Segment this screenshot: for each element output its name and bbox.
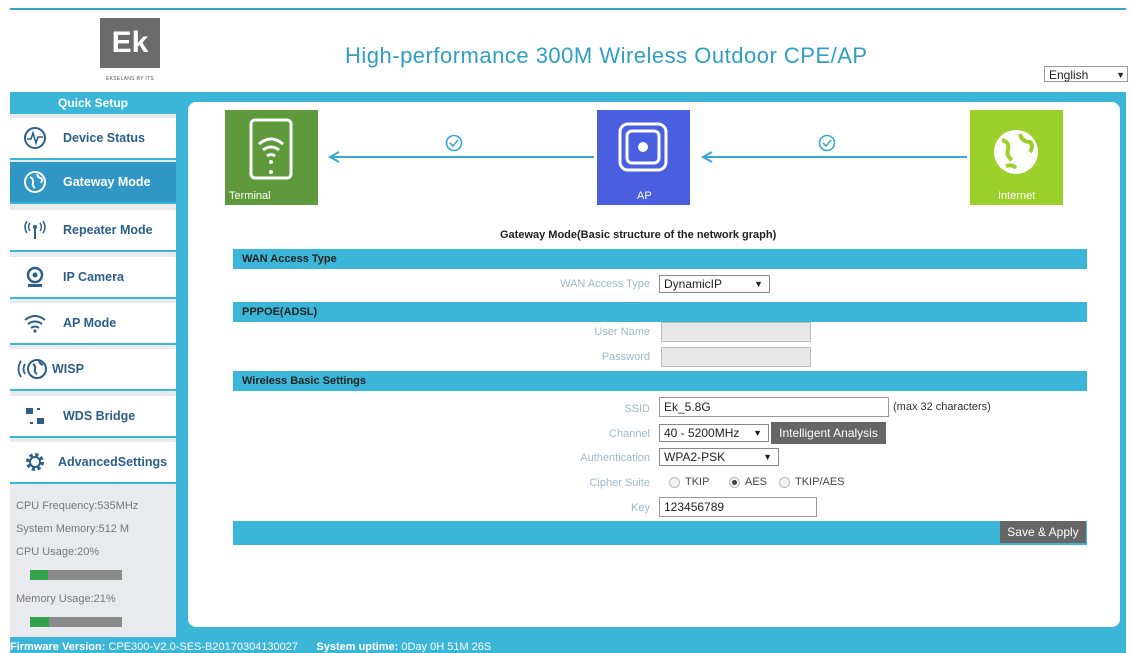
sidebar-item-gateway-mode[interactable]: Gateway Mode xyxy=(10,162,176,204)
ap-node: AP xyxy=(597,110,690,205)
globe-signal-icon xyxy=(14,356,50,382)
logo-subtitle: EKSELANS BY ITS xyxy=(105,76,155,82)
chevron-down-icon: ▼ xyxy=(753,428,762,438)
camera-icon xyxy=(22,264,48,290)
internet-label: Internet xyxy=(998,190,1036,202)
diagram-caption: Gateway Mode(Basic structure of the netw… xyxy=(500,229,777,241)
wan-access-select[interactable]: DynamicIP ▼ xyxy=(659,275,770,293)
username-label: User Name xyxy=(594,326,650,338)
password-field[interactable] xyxy=(661,347,811,367)
ssid-hint: (max 32 characters) xyxy=(893,401,991,413)
chevron-down-icon: ▼ xyxy=(754,279,763,289)
check-circle-icon xyxy=(445,134,463,152)
arrow-internet-to-ap xyxy=(705,156,967,158)
sidebar-item-label: WDS Bridge xyxy=(63,409,136,423)
intelligent-analysis-button[interactable]: Intelligent Analysis xyxy=(771,422,886,444)
sidebar-item-label: IP Camera xyxy=(63,270,124,284)
logo: Ek EKSELANS BY ITS xyxy=(97,18,163,88)
uptime-label: System uptime: xyxy=(316,641,399,653)
pulse-icon xyxy=(22,125,48,151)
arrow-left-icon xyxy=(327,151,340,163)
sidebar-item-repeater-mode[interactable]: Repeater Mode xyxy=(10,210,176,252)
chevron-down-icon: ▼ xyxy=(763,452,772,462)
arrow-ap-to-terminal xyxy=(332,156,594,158)
sidebar-item-ip-camera[interactable]: IP Camera xyxy=(10,257,176,299)
firmware-value: CPE300-V2.0-SES-B20170304130027 xyxy=(108,641,299,653)
cpu-usage-bar xyxy=(30,570,122,580)
cpu-frequency: CPU Frequency:535MHz xyxy=(16,500,139,512)
sidebar-item-ap-mode[interactable]: AP Mode xyxy=(10,303,176,345)
language-value: English xyxy=(1049,68,1089,82)
radio-dot xyxy=(729,476,740,488)
sidebar-item-label: WISP xyxy=(52,362,84,376)
wan-access-value: DynamicIP xyxy=(664,277,723,291)
sidebar-item-label: Device Status xyxy=(63,131,145,145)
channel-label: Channel xyxy=(609,428,650,440)
memory-usage: Memory Usage:21% xyxy=(16,593,116,605)
wireless-section-header: Wireless Basic Settings xyxy=(233,371,1087,391)
ssid-field[interactable]: Ek_5.8G xyxy=(659,397,889,417)
footer-status: Firmware Version: CPE300-V2.0-SES-B20170… xyxy=(10,641,491,653)
authentication-label: Authentication xyxy=(580,452,650,464)
gear-icon xyxy=(22,449,48,475)
cipher-option-label: AES xyxy=(745,476,768,488)
wan-section-header: WAN Access Type xyxy=(233,249,1087,269)
cipher-tkip-radio[interactable]: TKIP xyxy=(669,476,709,488)
system-memory: System Memory:512 M xyxy=(16,523,130,535)
terminal-node: Terminal xyxy=(225,110,318,205)
page-title: High-performance 300M Wireless Outdoor C… xyxy=(345,43,868,68)
radio-dot xyxy=(669,476,680,488)
cipher-option-label: TKIP xyxy=(685,476,710,488)
globe-icon xyxy=(22,169,48,195)
logo-mark: Ek xyxy=(100,18,160,68)
check-circle-icon xyxy=(818,134,836,152)
radio-dot xyxy=(779,476,790,488)
ap-label: AP xyxy=(637,190,652,202)
password-label: Password xyxy=(601,351,650,363)
cpu-usage: CPU Usage:20% xyxy=(16,546,100,558)
firmware-label: Firmware Version: xyxy=(10,641,106,653)
channel-value: 40 - 5200MHz xyxy=(664,426,740,440)
language-select[interactable]: English ▼ xyxy=(1044,66,1128,82)
sidebar-item-label: AP Mode xyxy=(63,316,117,330)
memory-usage-fill xyxy=(30,617,50,627)
antenna-icon xyxy=(22,217,48,243)
internet-node: Internet xyxy=(970,110,1063,205)
cipher-option-label: TKIP/AES xyxy=(795,476,845,488)
arrow-left-icon xyxy=(700,151,713,163)
sidebar-item-wds-bridge[interactable]: WDS Bridge xyxy=(10,396,176,438)
sidebar-item-advanced-settings[interactable]: AdvancedSettings xyxy=(10,442,176,484)
pppoe-section-header: PPPOE(ADSL) xyxy=(233,302,1087,322)
chevron-down-icon: ▼ xyxy=(1116,70,1125,80)
key-field[interactable]: 123456789 xyxy=(659,497,817,517)
authentication-select[interactable]: WPA2-PSK ▼ xyxy=(659,448,779,466)
sidebar-item-device-status[interactable]: Device Status xyxy=(10,118,176,160)
sidebar-item-label: Gateway Mode xyxy=(63,175,151,189)
username-field[interactable] xyxy=(661,322,811,342)
save-apply-button[interactable]: Save & Apply xyxy=(1000,521,1086,543)
sidebar-item-label: AdvancedSettings xyxy=(58,455,168,469)
sidebar-item-wisp[interactable]: WISP xyxy=(10,349,176,391)
cipher-aes-radio[interactable]: AES xyxy=(729,476,767,488)
quick-setup-header[interactable]: Quick Setup xyxy=(10,92,176,114)
terminal-label: Terminal xyxy=(229,190,271,202)
cpu-usage-fill xyxy=(30,570,49,580)
top-border xyxy=(10,8,1126,10)
ssid-label: SSID xyxy=(624,403,650,415)
memory-usage-bar xyxy=(30,617,122,627)
key-label: Key xyxy=(631,502,650,514)
cipher-suite-label: Cipher Suite xyxy=(589,477,650,489)
bridge-icon xyxy=(22,403,48,429)
authentication-value: WPA2-PSK xyxy=(664,450,726,464)
wan-access-label: WAN Access Type xyxy=(560,278,650,290)
uptime-value: 0Day 0H 51M 26S xyxy=(401,641,492,653)
wifi-icon xyxy=(22,310,48,336)
sidebar-item-label: Repeater Mode xyxy=(63,223,153,237)
actions-bar xyxy=(233,521,1087,545)
channel-select[interactable]: 40 - 5200MHz ▼ xyxy=(659,424,769,442)
cipher-tkip-aes-radio[interactable]: TKIP/AES xyxy=(779,476,845,488)
